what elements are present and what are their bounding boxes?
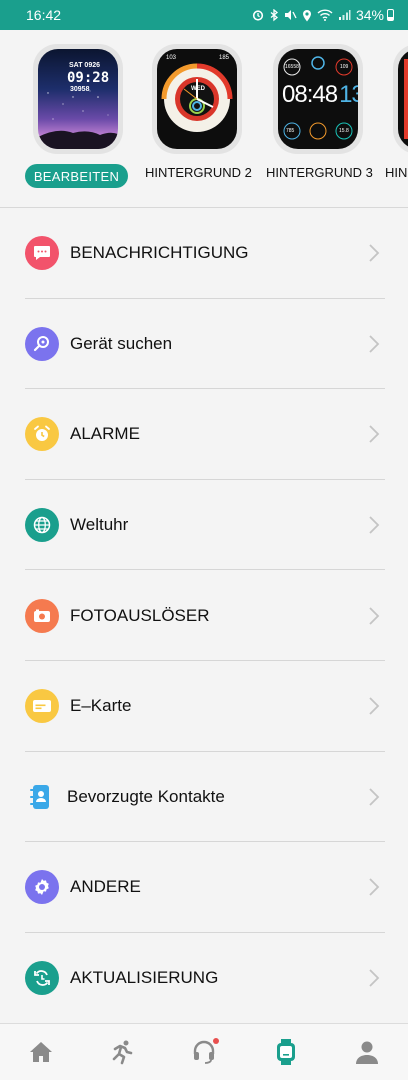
nav-home[interactable] bbox=[16, 1030, 66, 1074]
menu-item-camera-shutter[interactable]: FOTOAUSLÖSER bbox=[0, 570, 408, 661]
nav-support[interactable] bbox=[179, 1030, 229, 1074]
card-icon bbox=[25, 689, 59, 724]
bottom-nav bbox=[0, 1023, 408, 1080]
profile-icon bbox=[356, 1041, 379, 1064]
location-icon bbox=[302, 9, 311, 21]
chevron-right-icon bbox=[369, 516, 380, 534]
chevron-right-icon bbox=[369, 878, 380, 897]
galaxy-face-image: SAT 0926 09:28 30958 bbox=[38, 49, 118, 149]
menu-label: E–Karte bbox=[70, 696, 132, 716]
chevron-right-icon bbox=[369, 697, 380, 715]
alarm-status-icon bbox=[252, 10, 264, 21]
menu-label: Weltuhr bbox=[70, 515, 129, 535]
menu-item-update[interactable]: AKTUALISIERUNG bbox=[0, 933, 408, 1024]
chevron-right-icon bbox=[369, 788, 380, 806]
nav-device[interactable] bbox=[261, 1030, 311, 1074]
menu-item-e-card[interactable]: E–Karte bbox=[0, 661, 408, 752]
menu-label: Gerät suchen bbox=[70, 333, 173, 353]
watch-face-option-4[interactable] bbox=[393, 44, 408, 154]
status-bar: 16:42 34% bbox=[0, 0, 408, 30]
running-icon bbox=[113, 1040, 133, 1065]
menu-label: Bevorzugte Kontakte bbox=[67, 786, 225, 806]
edit-watch-face-button[interactable]: BEARBEITEN bbox=[25, 164, 128, 188]
chevron-right-icon bbox=[369, 969, 380, 987]
status-icons: 34% bbox=[252, 7, 394, 23]
bluetooth-icon bbox=[270, 8, 278, 21]
battery-indicator: 34% bbox=[356, 7, 394, 23]
face3-second: 13 bbox=[339, 81, 358, 108]
face3-stat-tl: 16558 bbox=[285, 64, 299, 70]
globe-icon bbox=[25, 508, 59, 543]
nav-profile[interactable] bbox=[342, 1030, 392, 1074]
chevron-right-icon bbox=[369, 244, 380, 262]
face1-time: 09:28 bbox=[67, 70, 110, 86]
search-device-icon bbox=[25, 326, 59, 361]
menu-label: FOTOAUSLÖSER bbox=[70, 605, 210, 625]
face2-stat-right: 185 bbox=[219, 55, 230, 61]
menu-item-favorite-contacts[interactable]: Bevorzugte Kontakte bbox=[0, 752, 408, 843]
chevron-right-icon bbox=[369, 607, 380, 625]
menu-item-other[interactable]: ANDERE bbox=[0, 842, 408, 933]
face1-steps: 30958 bbox=[70, 86, 90, 93]
contacts-book-icon bbox=[25, 780, 55, 814]
watch-face-carousel[interactable]: SAT 0926 09:28 30958 BEARBEITEN WED 103 … bbox=[0, 30, 408, 208]
battery-icon bbox=[387, 9, 394, 21]
face3-stat-tr: 109 bbox=[340, 64, 349, 70]
menu-label: ALARME bbox=[70, 424, 140, 444]
settings-menu: BENACHRICHTIGUNG Gerät suchen ALARME Wel… bbox=[0, 208, 408, 1023]
digital-face-image: 16558 109 08:4813 785 15.8 bbox=[278, 49, 358, 149]
menu-label: AKTUALISIERUNG bbox=[70, 968, 219, 988]
menu-item-notifications[interactable]: BENACHRICHTIGUNG bbox=[0, 208, 408, 299]
update-icon bbox=[25, 961, 59, 996]
face3-time: 08:4813 bbox=[282, 81, 358, 109]
menu-label: ANDERE bbox=[70, 877, 141, 897]
camera-icon bbox=[25, 598, 59, 633]
mute-icon bbox=[284, 10, 297, 20]
face2-day: WED bbox=[191, 86, 205, 92]
signal-icon bbox=[338, 10, 351, 20]
menu-item-world-clock[interactable]: Weltuhr bbox=[0, 480, 408, 571]
settings-icon bbox=[25, 870, 59, 905]
watch-face-option-3[interactable]: 16558 109 08:4813 785 15.8 bbox=[273, 44, 363, 154]
chevron-right-icon bbox=[369, 335, 380, 353]
menu-item-find-device[interactable]: Gerät suchen bbox=[0, 299, 408, 390]
menu-label: BENACHRICHTIGUNG bbox=[70, 243, 249, 263]
face-4-image bbox=[398, 49, 408, 149]
face3-hour: 08 bbox=[282, 81, 308, 108]
nav-activity[interactable] bbox=[97, 1030, 147, 1074]
chevron-right-icon bbox=[369, 425, 380, 444]
face3-minute: 48 bbox=[312, 81, 338, 108]
analog-face-image: WED 103 185 bbox=[157, 49, 237, 149]
face2-stat-left: 103 bbox=[166, 55, 177, 61]
home-icon bbox=[29, 1042, 52, 1062]
status-time: 16:42 bbox=[26, 7, 62, 23]
face3-stat-br: 15.8 bbox=[339, 128, 349, 134]
alarm-clock-icon bbox=[25, 417, 59, 452]
face1-date: SAT 0926 bbox=[69, 62, 100, 69]
face-label-2[interactable]: HINTERGRUND 2 bbox=[145, 165, 252, 180]
battery-percent: 34% bbox=[355, 7, 384, 23]
face-label-4[interactable]: HIN bbox=[385, 165, 407, 180]
face-label-3[interactable]: HINTERGRUND 3 bbox=[266, 165, 373, 180]
watch-icon bbox=[276, 1039, 295, 1065]
watch-face-option-2[interactable]: WED 103 185 bbox=[152, 44, 242, 154]
message-icon bbox=[25, 236, 59, 271]
wifi-icon bbox=[317, 9, 333, 21]
notification-dot bbox=[212, 1038, 219, 1044]
face3-stat-bl: 785 bbox=[286, 128, 295, 134]
menu-item-alarms[interactable]: ALARME bbox=[0, 389, 408, 480]
watch-face-current[interactable]: SAT 0926 09:28 30958 bbox=[33, 44, 123, 154]
